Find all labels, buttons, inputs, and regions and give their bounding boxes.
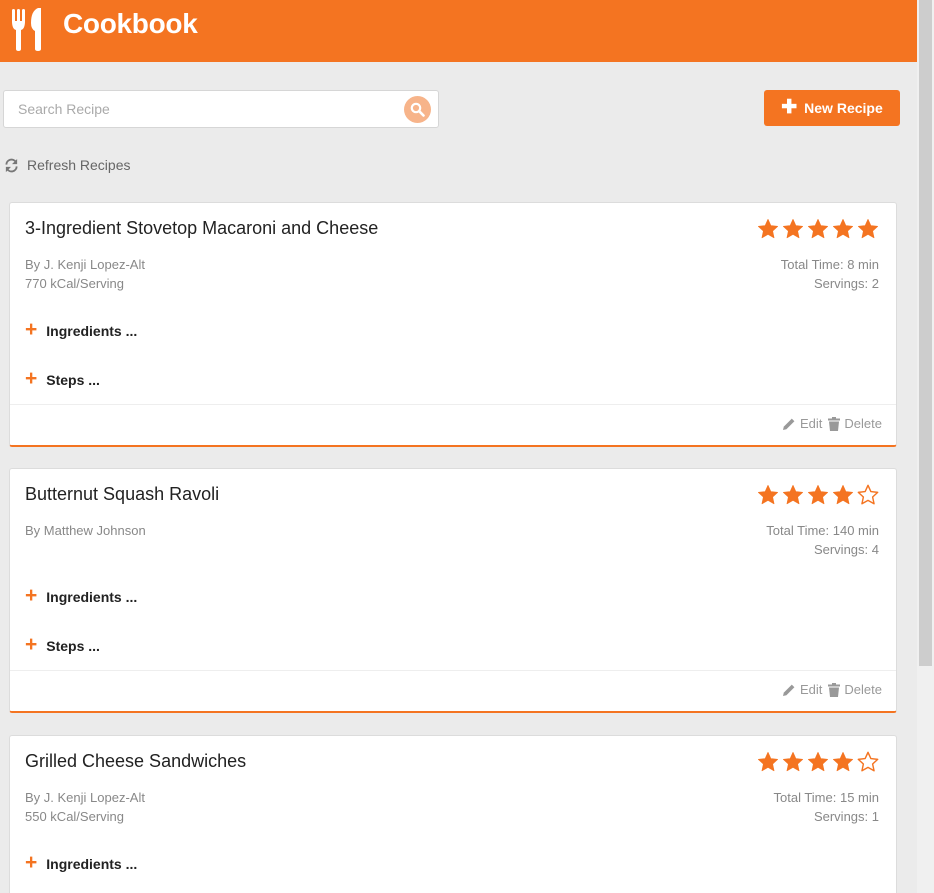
recipe-author: By Matthew Johnson [25,523,146,538]
steps-label: Steps ... [46,638,100,654]
ingredients-label: Ingredients ... [46,323,138,339]
ingredients-label: Ingredients ... [46,856,138,872]
search-box [3,90,439,128]
recipe-card: Butternut Squash Ravoli By Matthew Johns… [9,468,897,713]
ingredients-label: Ingredients ... [46,589,138,605]
trash-icon [828,416,841,431]
plus-icon: + [25,367,38,390]
star-filled-icon[interactable] [782,218,804,240]
fork-spoon-icon [11,7,47,53]
scrollbar-thumb[interactable] [919,0,932,666]
search-button[interactable] [404,96,431,123]
recipe-author: By J. Kenji Lopez-Alt [25,257,145,272]
plus-icon: ✚ [781,96,798,118]
steps-label: Steps ... [46,372,100,388]
recipe-name: Butternut Squash Ravoli [25,484,220,504]
recipe-calories: 770 kCal/Serving [25,276,124,291]
card-divider [10,670,896,671]
star-rating[interactable] [757,751,879,773]
delete-label: Delete [844,682,882,697]
new-recipe-label: New Recipe [804,100,883,116]
pencil-icon [783,418,795,430]
recipe-card: 3-Ingredient Stovetop Macaroni and Chees… [9,202,897,447]
star-filled-icon[interactable] [832,751,854,773]
search-input[interactable] [4,91,384,127]
edit-label: Edit [800,416,823,431]
recipe-servings: Servings: 2 [813,276,879,291]
star-filled-icon[interactable] [832,484,854,506]
app-header: Cookbook [0,0,917,62]
vertical-scrollbar[interactable] [917,0,934,893]
star-filled-icon[interactable] [807,484,829,506]
refresh-icon [5,158,18,172]
recipe-servings: Servings: 4 [813,542,879,557]
delete-button[interactable]: Delete [828,682,882,697]
card-actions: Edit Delete [782,416,882,431]
edit-button[interactable]: Edit [782,416,822,431]
ingredients-toggle[interactable]: + Ingredients ... [25,851,138,874]
plus-icon: + [25,584,38,607]
plus-icon: + [25,318,38,341]
recipe-name: Grilled Cheese Sandwiches [25,751,247,771]
recipe-total-time: Total Time: 15 min [773,790,880,805]
star-filled-icon[interactable] [757,218,779,240]
plus-icon: + [25,633,38,656]
ingredients-toggle[interactable]: + Ingredients ... [25,318,138,341]
edit-button[interactable]: Edit [782,682,822,697]
ingredients-toggle[interactable]: + Ingredients ... [25,584,138,607]
star-filled-icon[interactable] [757,484,779,506]
steps-toggle[interactable]: + Steps ... [25,633,100,656]
refresh-recipes-link[interactable]: Refresh Recipes [4,157,131,173]
refresh-label: Refresh Recipes [27,157,131,173]
star-filled-icon[interactable] [757,751,779,773]
star-filled-icon[interactable] [782,484,804,506]
star-filled-icon[interactable] [807,218,829,240]
star-filled-icon[interactable] [857,218,879,240]
steps-toggle[interactable]: + Steps ... [25,367,100,390]
recipe-total-time: Total Time: 8 min [780,257,879,272]
star-rating[interactable] [757,218,879,240]
recipe-name: 3-Ingredient Stovetop Macaroni and Chees… [25,218,379,238]
search-icon [410,102,425,117]
recipe-author: By J. Kenji Lopez-Alt [25,790,145,805]
pencil-icon [783,684,795,696]
star-rating[interactable] [757,484,879,506]
edit-label: Edit [800,682,823,697]
star-filled-icon[interactable] [782,751,804,773]
star-filled-icon[interactable] [832,218,854,240]
card-divider [10,404,896,405]
trash-icon [828,682,841,697]
delete-label: Delete [844,416,882,431]
recipe-card: Grilled Cheese Sandwiches By J. Kenji Lo… [9,735,897,893]
card-actions: Edit Delete [782,682,882,697]
star-empty-icon[interactable] [857,484,879,506]
delete-button[interactable]: Delete [828,416,882,431]
star-filled-icon[interactable] [807,751,829,773]
plus-icon: + [25,851,38,874]
recipe-calories: 550 kCal/Serving [25,809,124,824]
star-empty-icon[interactable] [857,751,879,773]
recipe-total-time: Total Time: 140 min [766,523,879,538]
app-title: Cookbook [63,8,198,39]
new-recipe-button[interactable]: ✚ New Recipe [764,90,900,126]
recipe-servings: Servings: 1 [813,809,879,824]
